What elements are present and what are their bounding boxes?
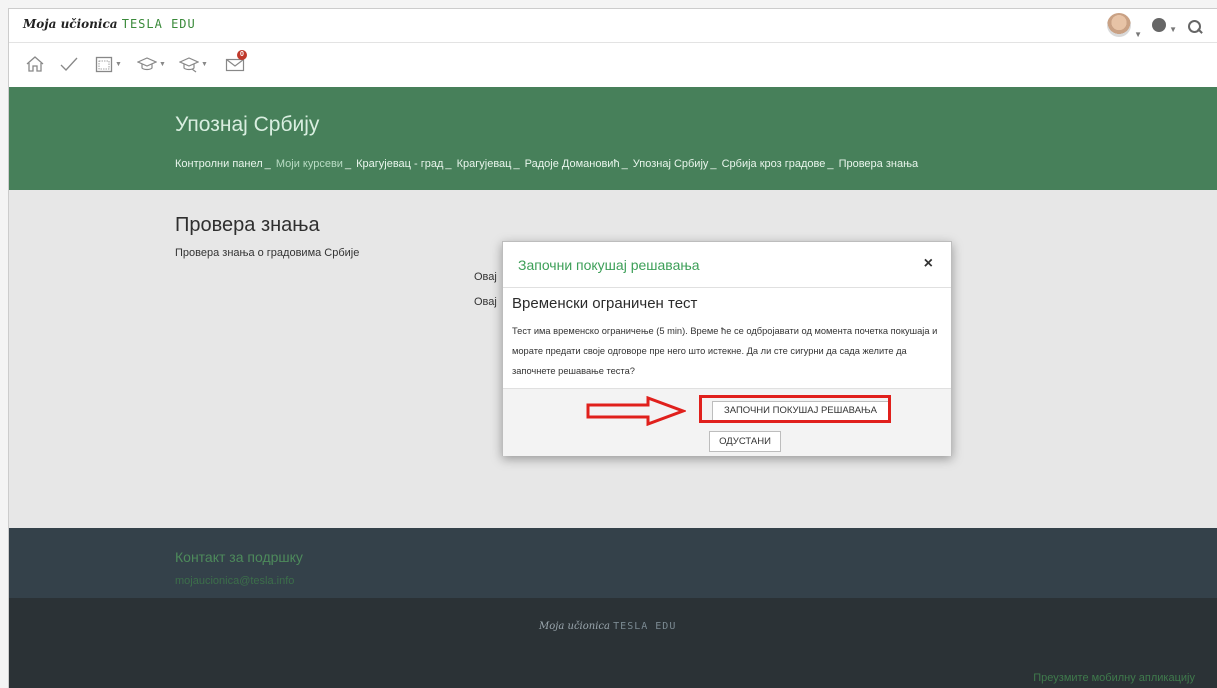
modal-footer: ЗАПОЧНИ ПОКУШАЈ РЕШАВАЊА ОДУСТАНИ — [503, 388, 951, 456]
graduation-cap-icon — [178, 57, 200, 73]
notification-badge: 0 — [237, 50, 247, 60]
breadcrumb-item[interactable]: Моји курсеви — [276, 158, 343, 170]
breadcrumb-separator: _ — [445, 158, 455, 170]
breadcrumb-item[interactable]: Провера знања — [839, 158, 919, 170]
breadcrumb-separator: _ — [264, 158, 274, 170]
user-controls: ▼ ▼ — [1107, 13, 1203, 40]
calendar-icon — [95, 56, 113, 73]
quiz-info-line: Овај — [474, 296, 497, 308]
calendar-menu[interactable]: ▼ — [95, 55, 122, 77]
footer-logo-brand: TESLA EDU — [613, 621, 677, 632]
cancel-button[interactable]: ОДУСТАНИ — [709, 431, 781, 452]
start-attempt-modal: Започни покушај решавања × Временски огр… — [502, 241, 952, 456]
breadcrumb-item[interactable]: Крагујевац — [457, 158, 512, 170]
breadcrumb-item[interactable]: Србија кроз градове — [722, 158, 826, 170]
avatar — [1107, 13, 1132, 37]
modal-heading: Временски ограничен тест — [512, 295, 698, 312]
messages-button[interactable]: 0 — [225, 50, 247, 77]
chevron-down-icon: ▼ — [115, 61, 122, 68]
page-title: Упознај Србију — [175, 113, 320, 136]
site-logo[interactable]: Moja učionica TESLA EDU — [23, 17, 196, 31]
breadcrumb-separator: _ — [513, 158, 523, 170]
breadcrumb-item[interactable]: Контролни панел — [175, 158, 263, 170]
chevron-down-icon: ▼ — [1169, 25, 1177, 34]
globe-icon — [1152, 18, 1167, 32]
chevron-down-icon: ▼ — [159, 61, 166, 68]
modal-header: Започни покушај решавања × — [503, 242, 951, 288]
courses-menu[interactable]: ▼ — [136, 55, 166, 77]
close-icon[interactable]: × — [924, 255, 933, 273]
support-email-link[interactable]: mojaucionica@tesla.info — [175, 575, 294, 587]
breadcrumb: Контролни панел _ Моји курсеви _ Крагујева… — [175, 158, 920, 170]
support-title: Контакт за подршку — [175, 549, 303, 565]
teaching-menu[interactable]: ▼ — [178, 55, 208, 77]
breadcrumb-item[interactable]: Упознај Србију — [633, 158, 709, 170]
logo-script: Moja učionica — [23, 17, 118, 31]
chevron-down-icon: ▼ — [201, 61, 208, 68]
browser-viewport: Moja učionica TESLA EDU ▼ ▼ ▼ ▼ ▼ 0 Упоз… — [8, 8, 1217, 688]
user-menu[interactable]: ▼ — [1107, 13, 1142, 40]
modal-title: Започни покушај решавања — [518, 257, 700, 273]
quiz-title: Провера знања — [175, 214, 320, 236]
check-icon[interactable] — [59, 55, 79, 77]
footer-logo-script: Moja učionica — [539, 621, 610, 632]
red-arrow-icon — [586, 396, 686, 426]
breadcrumb-item[interactable]: Крагујевац - град — [356, 158, 443, 170]
breadcrumb-separator: _ — [344, 158, 355, 170]
breadcrumb-separator: _ — [621, 158, 631, 170]
top-navbar: Moja učionica TESLA EDU ▼ ▼ — [9, 9, 1217, 43]
breadcrumb-item[interactable]: Радоје Домановић — [525, 158, 620, 170]
modal-body-text: Тест има временско ограничење (5 min). В… — [512, 326, 938, 376]
breadcrumb-separator: _ — [710, 158, 720, 170]
language-menu[interactable]: ▼ — [1152, 18, 1177, 35]
chevron-down-icon: ▼ — [1134, 30, 1143, 39]
breadcrumb-separator: _ — [827, 158, 837, 170]
graduation-cap-icon — [136, 57, 158, 71]
quiz-description: Провера знања о градовима Србије — [175, 247, 360, 259]
course-header — [9, 87, 1217, 190]
home-icon[interactable] — [25, 55, 45, 77]
start-attempt-button[interactable]: ЗАПОЧНИ ПОКУШАЈ РЕШАВАЊА — [712, 401, 889, 421]
logo-brand: TESLA EDU — [121, 17, 196, 31]
quiz-info-line: Овај — [474, 271, 497, 283]
footer-logo: Moja učionica TESLA EDU — [539, 621, 676, 632]
toolbar: ▼ ▼ ▼ 0 — [9, 43, 1217, 87]
mobile-app-link[interactable]: Преузмите мобилну апликацију — [1033, 672, 1195, 684]
search-icon[interactable] — [1187, 19, 1203, 35]
